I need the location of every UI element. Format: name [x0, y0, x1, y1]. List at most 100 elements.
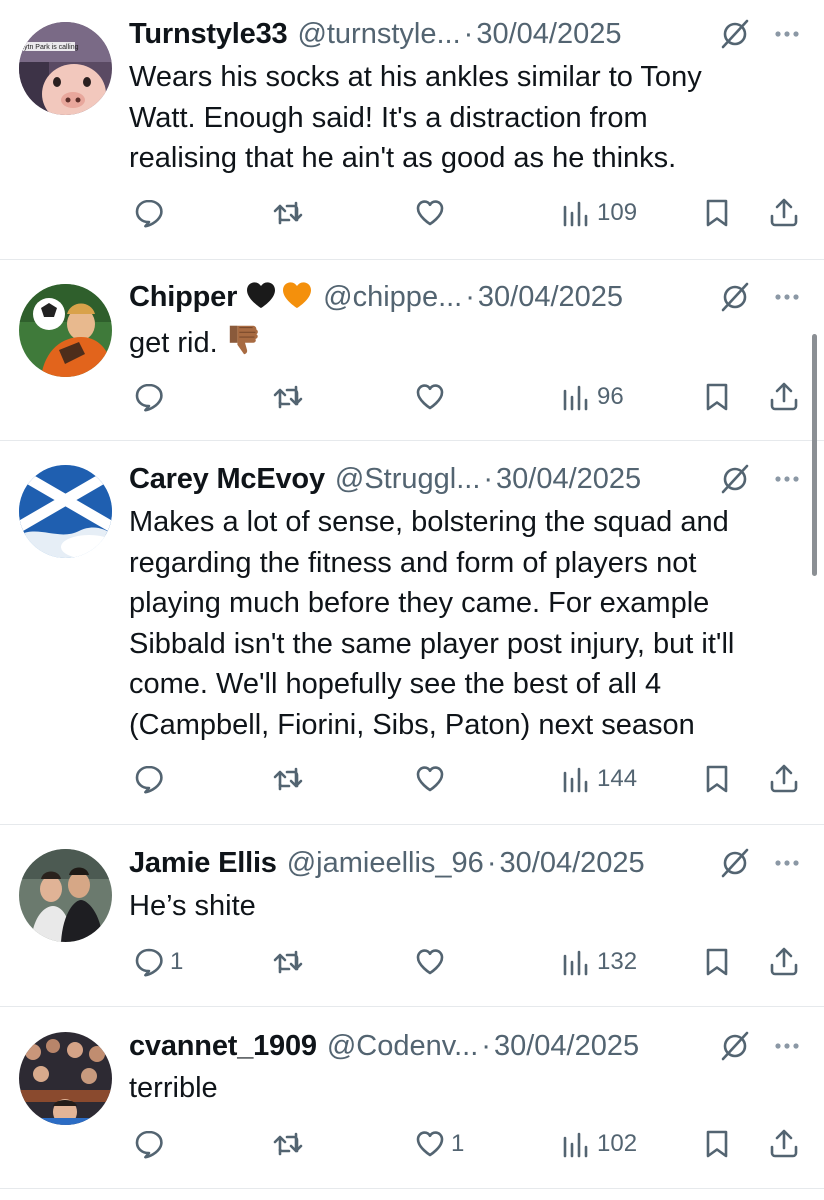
author-handle[interactable]: @turnstyle...	[297, 18, 460, 51]
reply-icon	[135, 383, 163, 412]
views-icon	[563, 1132, 588, 1158]
bookmark-icon	[706, 199, 728, 227]
text-line: playing much before they came. For examp…	[129, 587, 710, 619]
views-icon	[563, 385, 588, 411]
avatar-image	[19, 465, 112, 558]
views-button[interactable]: 102	[560, 1124, 637, 1164]
views-button[interactable]: 144	[560, 759, 637, 799]
reply-post[interactable]: Chipper @chippe... · 30/04/2025 get rid.	[0, 260, 824, 440]
post-date[interactable]: 30/04/2025	[476, 18, 621, 51]
post-header: Carey McEvoy @Struggl... · 30/04/2025	[129, 461, 802, 497]
reply-button[interactable]	[133, 759, 170, 799]
like-button[interactable]	[414, 377, 451, 417]
views-count: 144	[597, 765, 638, 792]
grok-icon[interactable]	[718, 280, 752, 314]
author-name[interactable]: Chipper	[129, 281, 237, 314]
author-handle[interactable]: @Struggl...	[335, 463, 481, 496]
orange-heart-icon	[281, 279, 313, 316]
reply-button[interactable]	[133, 1124, 170, 1164]
author-name[interactable]: Turnstyle33	[129, 18, 288, 51]
reply-post[interactable]: cvannet_1909 @Codenv... · 30/04/2025 ter…	[0, 1007, 824, 1187]
repost-button[interactable]	[272, 942, 309, 982]
like-button[interactable]	[414, 759, 451, 799]
text-line: (Campbell, Fiorini, Sibs, Paton) next se…	[129, 708, 695, 741]
share-button[interactable]	[768, 1124, 800, 1164]
views-button[interactable]: 109	[560, 193, 637, 233]
repost-button[interactable]	[272, 759, 309, 799]
text-line: get rid.	[129, 320, 800, 370]
repost-button[interactable]	[272, 377, 309, 417]
more-icon[interactable]	[772, 19, 802, 49]
share-icon	[770, 764, 798, 793]
author-name[interactable]: cvannet_1909	[129, 1030, 317, 1063]
avatar[interactable]	[19, 1032, 112, 1125]
text-line: realising that he ain't as good as he th…	[129, 142, 677, 174]
views-count: 109	[597, 199, 638, 226]
bookmark-button[interactable]	[701, 759, 733, 799]
bookmark-button[interactable]	[701, 193, 733, 233]
text-line: regarding the fitness and form of player…	[129, 546, 697, 579]
author-name[interactable]: Jamie Ellis	[129, 847, 277, 880]
post-header: Chipper @chippe... · 30/04/2025	[129, 279, 802, 315]
grok-icon[interactable]	[718, 1029, 752, 1063]
avatar-image	[19, 284, 112, 377]
avatar[interactable]: Aytn Park is calling	[19, 22, 112, 115]
post-date[interactable]: 30/04/2025	[500, 847, 645, 880]
share-icon	[770, 382, 798, 411]
grok-icon[interactable]	[718, 462, 752, 496]
share-button[interactable]	[768, 942, 800, 982]
text-line: He’s shite	[129, 890, 256, 922]
views-button[interactable]: 132	[560, 942, 637, 982]
views-button[interactable]: 96	[560, 377, 624, 417]
bookmark-button[interactable]	[701, 942, 733, 982]
share-button[interactable]	[768, 377, 800, 417]
avatar[interactable]	[19, 465, 112, 558]
text-line: Wears his socks at his ankles similar to…	[129, 61, 702, 93]
reply-post[interactable]: Carey McEvoy @Struggl... · 30/04/2025 Ma…	[0, 441, 824, 824]
reply-post[interactable]: Aytn Park is calling Turnstyle33 @turnst…	[0, 0, 824, 259]
share-icon	[770, 1129, 798, 1158]
like-button[interactable]	[414, 193, 451, 233]
reply-icon	[135, 1130, 163, 1159]
separator-dot: ·	[481, 1029, 491, 1062]
more-icon[interactable]	[772, 1031, 802, 1061]
like-button[interactable]: 1	[414, 1124, 464, 1164]
avatar-image	[19, 1032, 112, 1125]
author-handle[interactable]: @Codenv...	[327, 1030, 478, 1063]
post-text: He’s shite	[129, 886, 800, 927]
share-button[interactable]	[768, 759, 800, 799]
scrollbar[interactable]	[812, 334, 817, 576]
reply-post[interactable]: Jamie Ellis @jamieellis_96 · 30/04/2025 …	[0, 825, 824, 1006]
separator-dot: ·	[463, 17, 474, 50]
more-icon[interactable]	[772, 282, 802, 312]
text-line: Sibbald isn't the same player post injur…	[129, 627, 735, 660]
views-count: 132	[597, 948, 638, 975]
grok-icon[interactable]	[718, 17, 752, 51]
share-button[interactable]	[768, 193, 800, 233]
repost-button[interactable]	[272, 193, 309, 233]
post-date[interactable]: 30/04/2025	[496, 463, 641, 496]
author-name[interactable]: Carey McEvoy	[129, 463, 325, 496]
reply-button[interactable]	[133, 377, 170, 417]
black-heart-icon	[245, 279, 277, 316]
post-date[interactable]: 30/04/2025	[494, 1030, 639, 1063]
action-bar: 109	[0, 193, 824, 233]
repost-icon	[273, 385, 303, 409]
repost-icon	[273, 950, 303, 974]
more-icon[interactable]	[772, 848, 802, 878]
reply-button[interactable]: 1	[133, 942, 183, 982]
share-icon	[770, 947, 798, 976]
avatar[interactable]	[19, 849, 112, 942]
bookmark-button[interactable]	[701, 1124, 733, 1164]
like-icon	[416, 1131, 444, 1157]
grok-icon[interactable]	[718, 846, 752, 880]
author-handle[interactable]: @jamieellis_96	[287, 847, 484, 880]
author-handle[interactable]: @chippe...	[323, 281, 462, 314]
avatar[interactable]	[19, 284, 112, 377]
repost-button[interactable]	[272, 1124, 309, 1164]
more-icon[interactable]	[772, 464, 802, 494]
bookmark-button[interactable]	[701, 377, 733, 417]
post-date[interactable]: 30/04/2025	[478, 281, 623, 314]
like-button[interactable]	[414, 942, 451, 982]
reply-button[interactable]	[133, 193, 170, 233]
